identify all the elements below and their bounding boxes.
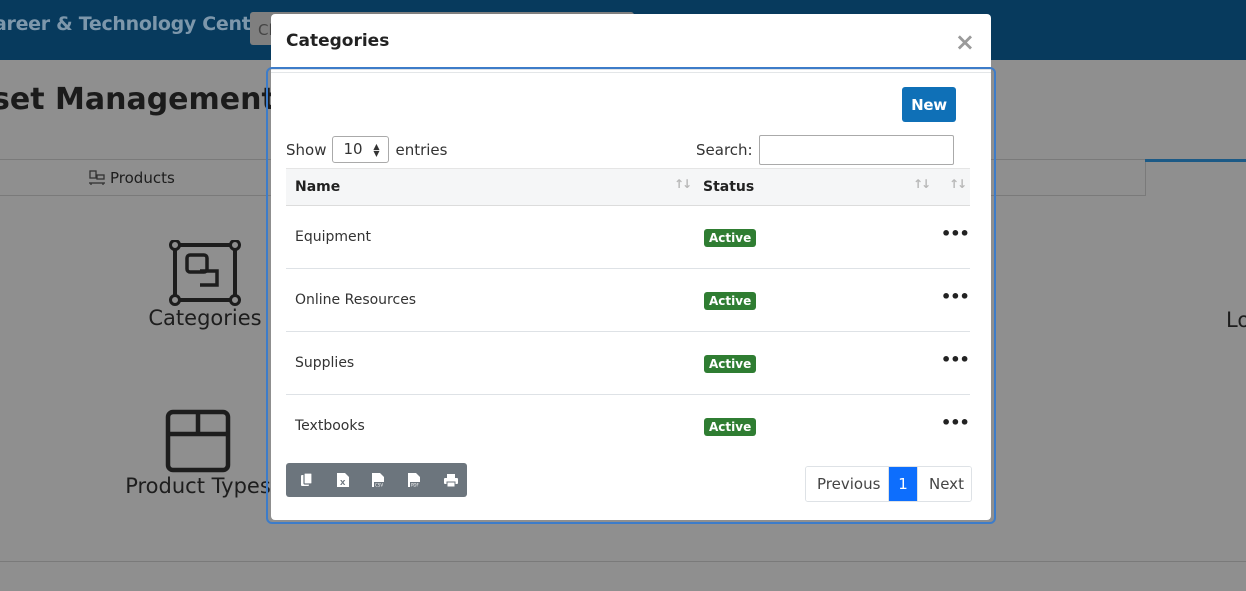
row-actions-icon[interactable]: ••• bbox=[941, 350, 970, 369]
table-row: Equipment Active ••• bbox=[286, 206, 970, 269]
box-icon bbox=[165, 409, 231, 473]
categories-icon bbox=[169, 240, 241, 306]
column-header-status[interactable]: Status bbox=[703, 179, 754, 195]
print-icon[interactable] bbox=[440, 469, 462, 491]
excel-icon[interactable]: X bbox=[332, 469, 354, 491]
modal-header: Categories × bbox=[271, 14, 991, 70]
row-actions-icon[interactable]: ••• bbox=[941, 224, 970, 243]
tab-products-label: Products bbox=[110, 169, 175, 187]
categories-modal: Categories × New Show 10 ▲ ▼ entries Sear… bbox=[271, 14, 991, 520]
modal-body-divider bbox=[271, 72, 991, 73]
table-header: Name ↑↓ Status ↑↓ ↑↓ bbox=[286, 168, 970, 206]
products-icon bbox=[89, 170, 105, 185]
pagination: Previous 1 Next bbox=[805, 466, 972, 502]
table-search: Search: bbox=[696, 135, 954, 165]
row-actions-icon[interactable]: ••• bbox=[941, 413, 970, 432]
column-header-name[interactable]: Name bbox=[295, 179, 340, 195]
category-name: Online Resources bbox=[295, 292, 417, 308]
sort-icon[interactable]: ↑↓ bbox=[913, 177, 931, 191]
footer-divider bbox=[0, 561, 1246, 562]
tab-products[interactable]: Products bbox=[88, 169, 175, 187]
sort-icon[interactable]: ↑↓ bbox=[674, 177, 692, 191]
search-input[interactable] bbox=[758, 135, 954, 165]
tab-active-indicator bbox=[1145, 159, 1246, 162]
table-row: Textbooks Active ••• bbox=[286, 395, 970, 458]
tile-product-types[interactable]: Product Types bbox=[118, 408, 278, 498]
brand-title[interactable]: areer & Technology Center bbox=[0, 13, 272, 35]
tile-categories[interactable]: Categories bbox=[140, 240, 270, 330]
category-name: Textbooks bbox=[295, 418, 365, 434]
copy-icon[interactable] bbox=[296, 469, 318, 491]
export-button-group: X CSV PDF bbox=[286, 463, 467, 497]
select-arrows-icon: ▲ ▼ bbox=[373, 142, 380, 158]
page-length-select[interactable]: 10 ▲ ▼ bbox=[332, 136, 390, 163]
svg-text:CSV: CSV bbox=[375, 483, 383, 488]
sort-icon[interactable]: ↑↓ bbox=[949, 177, 967, 191]
previous-page-button[interactable]: Previous bbox=[806, 467, 889, 501]
new-button[interactable]: New bbox=[902, 87, 956, 122]
page-length-value: 10 bbox=[343, 140, 363, 158]
svg-text:X: X bbox=[340, 479, 346, 487]
show-label: Show bbox=[286, 140, 327, 159]
next-page-button[interactable]: Next bbox=[917, 467, 971, 501]
category-name: Supplies bbox=[295, 355, 355, 371]
search-label: Search: bbox=[696, 141, 753, 159]
entries-label: entries bbox=[395, 140, 448, 159]
tile-categories-label: Categories bbox=[148, 306, 262, 330]
table-row: Supplies Active ••• bbox=[286, 332, 970, 395]
tab-active[interactable] bbox=[1145, 162, 1246, 196]
page-length-control: Show 10 ▲ ▼ entries bbox=[286, 136, 447, 163]
status-badge: Active bbox=[704, 292, 757, 310]
page-title: set Management bbox=[0, 82, 276, 117]
pdf-icon[interactable]: PDF bbox=[404, 469, 426, 491]
row-actions-icon[interactable]: ••• bbox=[941, 287, 970, 306]
modal-title: Categories bbox=[286, 31, 390, 51]
page-1-button[interactable]: 1 bbox=[889, 467, 917, 501]
tile-partial-label[interactable]: Lo bbox=[1226, 308, 1246, 332]
svg-text:PDF: PDF bbox=[411, 483, 419, 488]
tile-product-types-label: Product Types bbox=[125, 474, 271, 498]
categories-table: Name ↑↓ Status ↑↓ ↑↓ Equipment Active ••… bbox=[286, 168, 970, 458]
category-name: Equipment bbox=[295, 229, 371, 245]
status-badge: Active bbox=[704, 355, 757, 373]
status-badge: Active bbox=[704, 418, 757, 436]
csv-icon[interactable]: CSV bbox=[368, 469, 390, 491]
close-icon[interactable]: × bbox=[955, 30, 975, 54]
status-badge: Active bbox=[704, 229, 757, 247]
table-row: Online Resources Active ••• bbox=[286, 269, 970, 332]
